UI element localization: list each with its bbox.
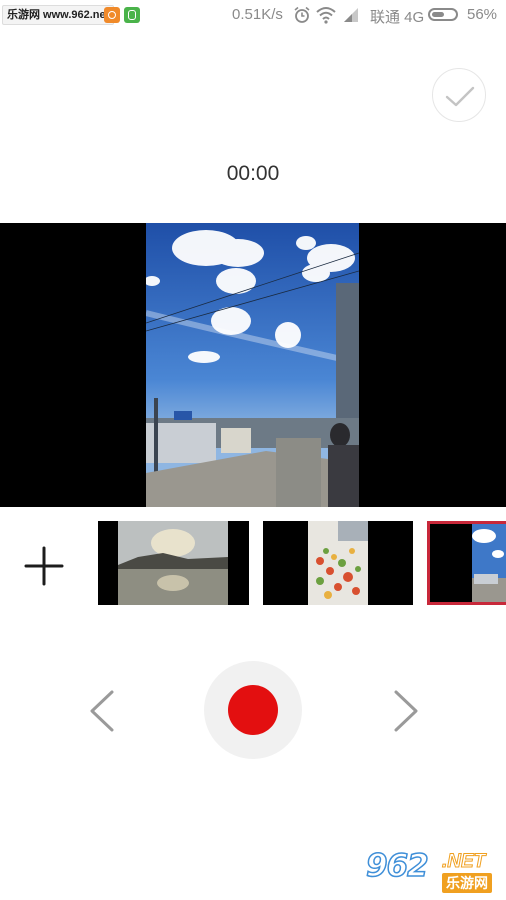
record-button[interactable] xyxy=(204,661,302,759)
clip-thumbnail-street[interactable] xyxy=(427,521,506,605)
preview-photo xyxy=(146,223,359,507)
recording-timer: 00:00 xyxy=(226,162,280,185)
signal-icon xyxy=(344,8,358,22)
watermark-suffix: .NET xyxy=(441,851,486,873)
battery-icon xyxy=(428,8,458,21)
checkmark-icon xyxy=(445,86,475,107)
clip-thumbnail-food[interactable] xyxy=(263,521,413,605)
battery-percent: 56% xyxy=(467,6,498,23)
food-image xyxy=(308,521,368,605)
status-bar: 乐游网 www.962.net 0.51K/s 联通 4G 56% xyxy=(0,0,506,30)
network-speed: 0.51K/s xyxy=(232,6,283,23)
chevron-right-icon[interactable] xyxy=(386,686,426,736)
street-image xyxy=(472,524,506,602)
battery-level xyxy=(432,12,444,17)
chevron-left-icon[interactable] xyxy=(82,686,122,736)
watermark-site: 乐游网 xyxy=(442,873,492,893)
app-notification-icon xyxy=(104,7,120,23)
wifi-icon xyxy=(316,7,336,24)
wechat-notification-icon xyxy=(124,7,140,23)
carrier-label: 联通 4G xyxy=(370,9,425,26)
watermark-number: 962 xyxy=(365,847,429,885)
confirm-button[interactable] xyxy=(432,68,486,122)
record-icon xyxy=(228,685,278,735)
alarm-clock-icon xyxy=(294,6,310,23)
clip-thumbnail-lake[interactable] xyxy=(98,521,249,605)
video-preview xyxy=(0,223,506,507)
site-watermark-logo: 962 .NET 乐游网 xyxy=(365,847,500,894)
clip-strip xyxy=(0,518,506,610)
plus-icon[interactable] xyxy=(16,540,72,592)
lake-image xyxy=(118,521,228,605)
watermark-badge: 乐游网 www.962.net xyxy=(2,5,115,25)
